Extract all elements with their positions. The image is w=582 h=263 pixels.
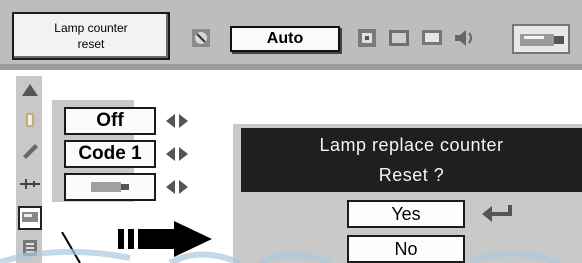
- power-icon[interactable]: [18, 110, 42, 130]
- menu-title-line2: reset: [77, 37, 105, 51]
- lamp-counter-icon[interactable]: [18, 206, 42, 230]
- sound-icon[interactable]: [452, 25, 476, 51]
- screen-icon[interactable]: [355, 25, 379, 51]
- setting-value-code[interactable]: Code 1: [64, 140, 156, 168]
- lamp-settings-tab[interactable]: [512, 24, 570, 54]
- pencil-icon[interactable]: [18, 140, 42, 160]
- setting-value-lamp[interactable]: [64, 173, 156, 201]
- dialog-title-line1: Lamp replace counter: [319, 135, 504, 155]
- lamp-icon: [520, 34, 564, 46]
- lamp-mode-icon: [91, 182, 129, 192]
- dialog-title: Lamp replace counter Reset ?: [241, 128, 582, 192]
- left-right-arrows-icon[interactable]: [164, 111, 190, 131]
- image-adjust-icon[interactable]: [190, 25, 214, 51]
- mode-selector[interactable]: Auto: [230, 26, 340, 52]
- top-menu-bar-shadow: [0, 64, 582, 70]
- watermark-graphic: [0, 248, 562, 263]
- triangle-up-icon[interactable]: [18, 80, 42, 100]
- monitor-icon[interactable]: [420, 25, 444, 51]
- plug-icon[interactable]: [18, 174, 42, 194]
- left-right-arrows-icon[interactable]: [164, 144, 190, 164]
- side-icon-column: [16, 76, 42, 263]
- setting-value-off[interactable]: Off: [64, 107, 156, 135]
- projector-icon[interactable]: [387, 25, 411, 51]
- left-right-arrows-icon[interactable]: [164, 177, 190, 197]
- lamp-counter-reset-menu-item[interactable]: Lamp counter reset: [12, 12, 170, 60]
- dialog-title-line2: Reset ?: [378, 165, 445, 185]
- yes-button[interactable]: Yes: [347, 200, 465, 228]
- enter-arrow-icon: [482, 205, 512, 222]
- menu-title-line1: Lamp counter: [54, 21, 128, 35]
